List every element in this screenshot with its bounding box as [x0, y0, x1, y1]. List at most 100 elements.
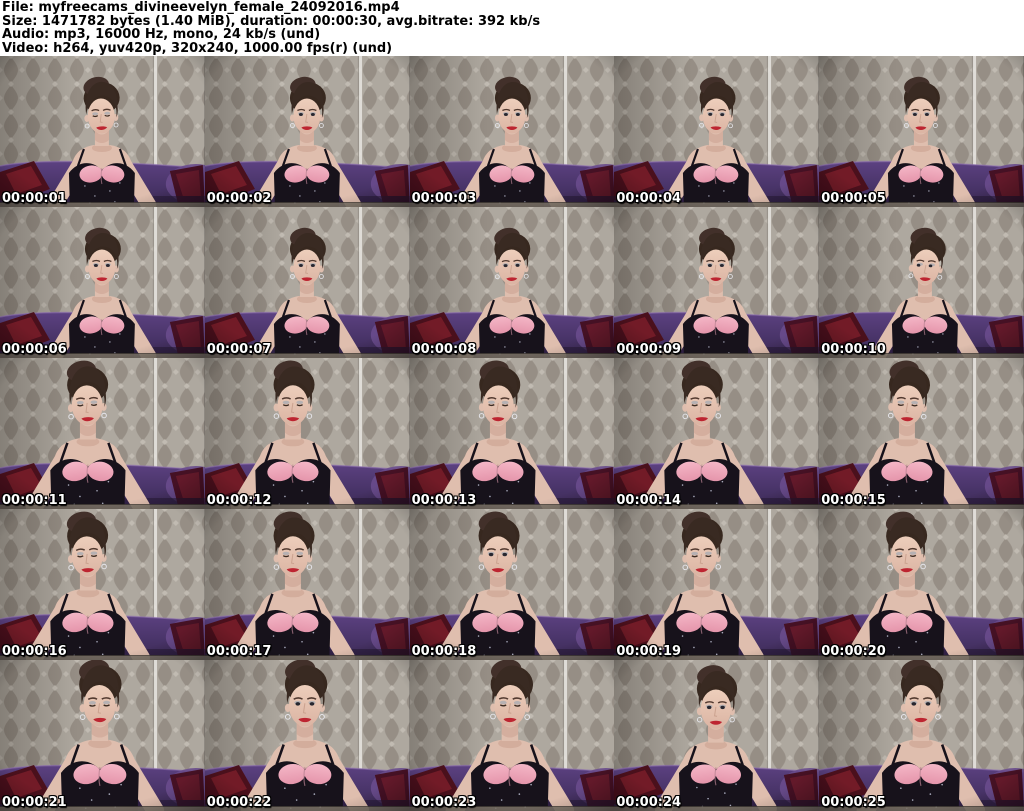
webcam-frame-illustration	[0, 660, 205, 811]
webcam-frame-illustration	[0, 56, 205, 207]
timestamp-label: 00:00:07	[206, 342, 272, 357]
vignette	[409, 56, 615, 207]
vignette	[614, 358, 820, 509]
timestamp-label: 00:00:14	[616, 493, 682, 508]
webcam-frame-illustration	[0, 207, 205, 358]
vignette	[819, 56, 1024, 207]
video-thumbnail: 00:00:22	[204, 660, 410, 811]
video-thumbnail: 00:00:13	[409, 358, 615, 509]
vignette	[204, 56, 410, 207]
timestamp-label: 00:00:06	[2, 342, 67, 357]
timestamp-label: 00:00:09	[616, 342, 682, 357]
webcam-frame-illustration	[0, 509, 205, 660]
metadata-file-line: File: myfreecams_divineevelyn_female_240…	[2, 0, 400, 15]
video-thumbnail: 00:00:05	[819, 56, 1024, 207]
webcam-frame-illustration	[409, 207, 615, 358]
webcam-frame-illustration	[819, 509, 1024, 660]
video-thumbnail: 00:00:09	[614, 207, 820, 358]
vignette	[0, 660, 205, 811]
vignette	[614, 509, 820, 660]
vignette	[819, 207, 1024, 358]
webcam-frame-illustration	[819, 660, 1024, 811]
timestamp-label: 00:00:16	[2, 644, 67, 659]
timestamp-label: 00:00:21	[2, 795, 67, 810]
webcam-frame-illustration	[204, 358, 410, 509]
webcam-frame-illustration	[614, 358, 820, 509]
video-thumbnail: 00:00:25	[819, 660, 1024, 811]
webcam-frame-illustration	[409, 358, 615, 509]
webcam-frame-illustration	[614, 56, 820, 207]
timestamp-label: 00:00:19	[616, 644, 682, 659]
video-thumbnail: 00:00:19	[614, 509, 820, 660]
webcam-frame-illustration	[409, 56, 615, 207]
vignette	[409, 660, 615, 811]
timestamp-label: 00:00:20	[821, 644, 886, 659]
webcam-frame-illustration	[204, 207, 410, 358]
video-thumbnail: 00:00:07	[204, 207, 410, 358]
metadata-audio-line: Audio: mp3, 16000 Hz, mono, 24 kb/s (und…	[2, 27, 321, 43]
vignette	[204, 509, 410, 660]
video-thumbnail: 00:00:04	[614, 56, 820, 207]
thumbnail-grid: 00:00:01 00:00:02 00:00:03 00:00:04 00:0…	[0, 56, 1024, 811]
video-thumbnail: 00:00:15	[819, 358, 1024, 509]
video-thumbnail: 00:00:23	[409, 660, 615, 811]
timestamp-label: 00:00:11	[2, 493, 67, 508]
file-metadata-header: File: myfreecams_divineevelyn_female_240…	[0, 0, 1024, 56]
timestamp-label: 00:00:02	[206, 191, 272, 206]
timestamp-label: 00:00:12	[206, 493, 272, 508]
timestamp-label: 00:00:25	[821, 795, 886, 810]
vignette	[204, 660, 410, 811]
timestamp-label: 00:00:04	[616, 191, 682, 206]
timestamp-label: 00:00:18	[411, 644, 477, 659]
video-thumbnail: 00:00:01	[0, 56, 205, 207]
vignette	[0, 56, 205, 207]
timestamp-label: 00:00:23	[411, 795, 477, 810]
webcam-frame-illustration	[409, 509, 615, 660]
vignette	[204, 358, 410, 509]
timestamp-label: 00:00:03	[411, 191, 477, 206]
video-thumbnail: 00:00:03	[409, 56, 615, 207]
webcam-frame-illustration	[819, 56, 1024, 207]
timestamp-label: 00:00:17	[206, 644, 272, 659]
timestamp-label: 00:00:05	[821, 191, 886, 206]
video-thumbnail: 00:00:16	[0, 509, 205, 660]
video-thumbnail: 00:00:02	[204, 56, 410, 207]
video-thumbnail: 00:00:14	[614, 358, 820, 509]
webcam-frame-illustration	[614, 660, 820, 811]
video-thumbnail: 00:00:11	[0, 358, 205, 509]
video-thumbnail: 00:00:17	[204, 509, 410, 660]
timestamp-label: 00:00:10	[821, 342, 886, 357]
vignette	[409, 207, 615, 358]
video-thumbnail: 00:00:06	[0, 207, 205, 358]
video-thumbnail: 00:00:20	[819, 509, 1024, 660]
webcam-frame-illustration	[819, 207, 1024, 358]
timestamp-label: 00:00:22	[206, 795, 272, 810]
webcam-frame-illustration	[204, 509, 410, 660]
vignette	[819, 509, 1024, 660]
video-thumbnail: 00:00:12	[204, 358, 410, 509]
video-thumbnail: 00:00:10	[819, 207, 1024, 358]
webcam-frame-illustration	[0, 358, 205, 509]
video-thumbnail: 00:00:08	[409, 207, 615, 358]
timestamp-label: 00:00:08	[411, 342, 477, 357]
timestamp-label: 00:00:24	[616, 795, 682, 810]
video-thumbnail: 00:00:24	[614, 660, 820, 811]
metadata-size-line: Size: 1471782 bytes (1.40 MiB), duration…	[2, 13, 541, 29]
webcam-frame-illustration	[409, 660, 615, 811]
webcam-frame-illustration	[204, 660, 410, 811]
webcam-frame-illustration	[819, 358, 1024, 509]
vignette	[409, 358, 615, 509]
vignette	[614, 207, 820, 358]
vignette	[0, 509, 205, 660]
metadata-video-line: Video: h264, yuv420p, 320x240, 1000.00 f…	[2, 40, 393, 56]
video-thumbnail: 00:00:18	[409, 509, 615, 660]
vignette	[409, 509, 615, 660]
timestamp-label: 00:00:15	[821, 493, 886, 508]
timestamp-label: 00:00:01	[2, 191, 67, 206]
vignette	[614, 660, 820, 811]
webcam-frame-illustration	[204, 56, 410, 207]
vignette	[819, 358, 1024, 509]
timestamp-label: 00:00:13	[411, 493, 477, 508]
vignette	[204, 207, 410, 358]
vignette	[614, 56, 820, 207]
